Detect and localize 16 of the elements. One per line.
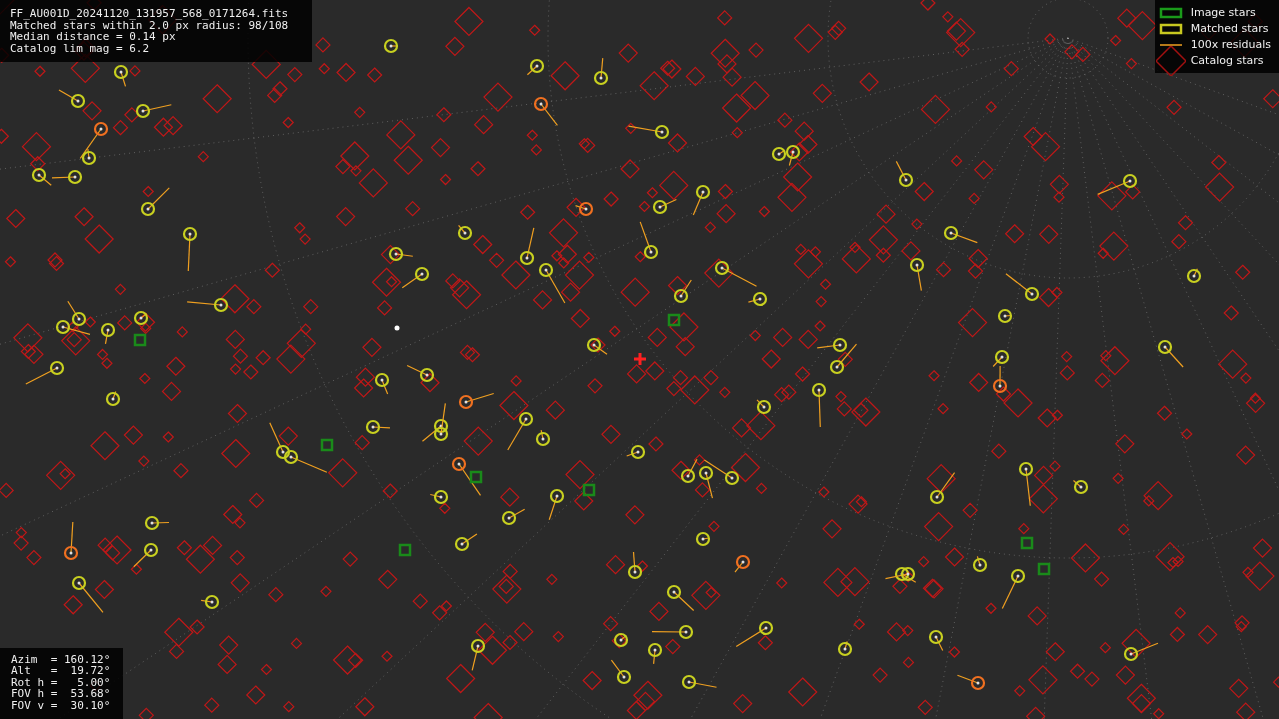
legend-rectangle-icon [1158,22,1183,35]
parameter-text: Alt = 19.72° [11,665,112,677]
legend-label: Matched stars [1190,22,1269,35]
legend-rectangle-icon [1158,6,1183,19]
parameter-text: FOV h = 53.68° [11,688,112,700]
legend-label: Catalog stars [1190,54,1264,67]
info-text: Catalog lim mag = 6.2 [10,42,151,54]
legend-diamond-icon [1155,45,1186,76]
parameter-text: Azim = 160.12° [11,653,112,665]
parameter-text: Rot h = 5.00° [11,676,112,688]
legend-label: 100x residuals [1190,38,1271,51]
parameter-text: FOV v = 30.10° [11,699,112,711]
info-text: FF_AU001D_20241120_131957_568_0171264.fits [10,8,290,20]
info-text: Matched stars within 2.0 px radius: 98/108 [10,19,290,31]
legend-label: Image stars [1190,6,1256,19]
info-text: Median distance = 0.14 px [10,31,176,43]
